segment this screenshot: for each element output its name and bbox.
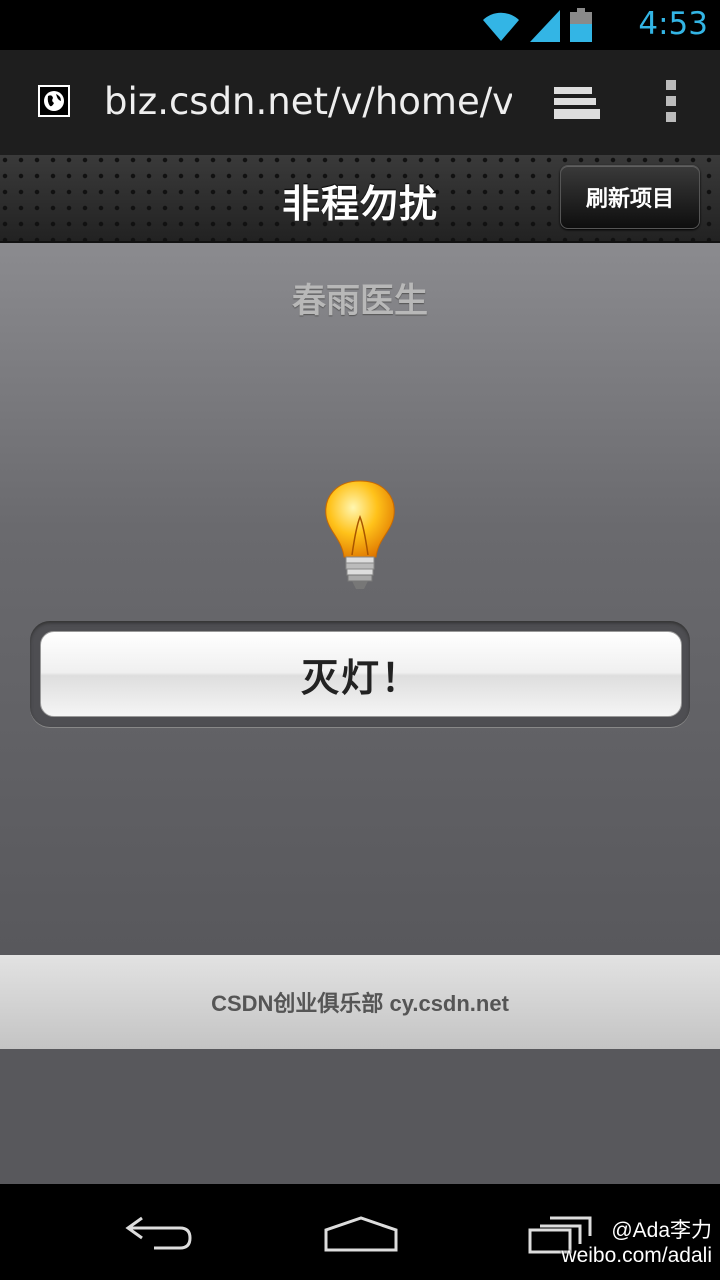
- signal-icon: [530, 10, 560, 47]
- lightbulb-icon: [318, 477, 402, 602]
- action-button-frame: 灭灯！: [30, 621, 690, 727]
- home-icon[interactable]: [322, 1214, 400, 1259]
- overflow-menu-icon[interactable]: [666, 80, 676, 128]
- app-header: 非程勿扰 刷新项目: [0, 155, 720, 243]
- watermark: @Ada李力 weibo.com/adali: [561, 1218, 712, 1268]
- back-icon[interactable]: [124, 1214, 196, 1259]
- battery-icon: [570, 8, 592, 47]
- watermark-handle: @Ada李力: [611, 1219, 712, 1242]
- clock: 4:53: [638, 6, 708, 42]
- turn-off-light-button[interactable]: 灭灯！: [40, 631, 682, 717]
- url-field[interactable]: biz.csdn.net/v/home/vote: [104, 80, 512, 123]
- wifi-icon: [482, 10, 520, 47]
- nav-bar: @Ada李力 weibo.com/adali: [0, 1184, 720, 1280]
- footer: CSDN创业俱乐部 cy.csdn.net: [0, 955, 720, 1049]
- project-name: 春雨医生: [292, 282, 428, 320]
- globe-icon: [38, 85, 70, 117]
- watermark-site: weibo.com/adali: [561, 1244, 712, 1267]
- browser-url-bar: biz.csdn.net/v/home/vote: [0, 50, 720, 155]
- status-icons: [482, 8, 592, 47]
- tabs-icon[interactable]: [552, 83, 600, 128]
- refresh-button[interactable]: 刷新项目: [560, 165, 700, 229]
- main-content: 春雨医生 灭灯！: [0, 243, 720, 955]
- status-bar: 4:53: [0, 0, 720, 50]
- page-background: [0, 1049, 720, 1184]
